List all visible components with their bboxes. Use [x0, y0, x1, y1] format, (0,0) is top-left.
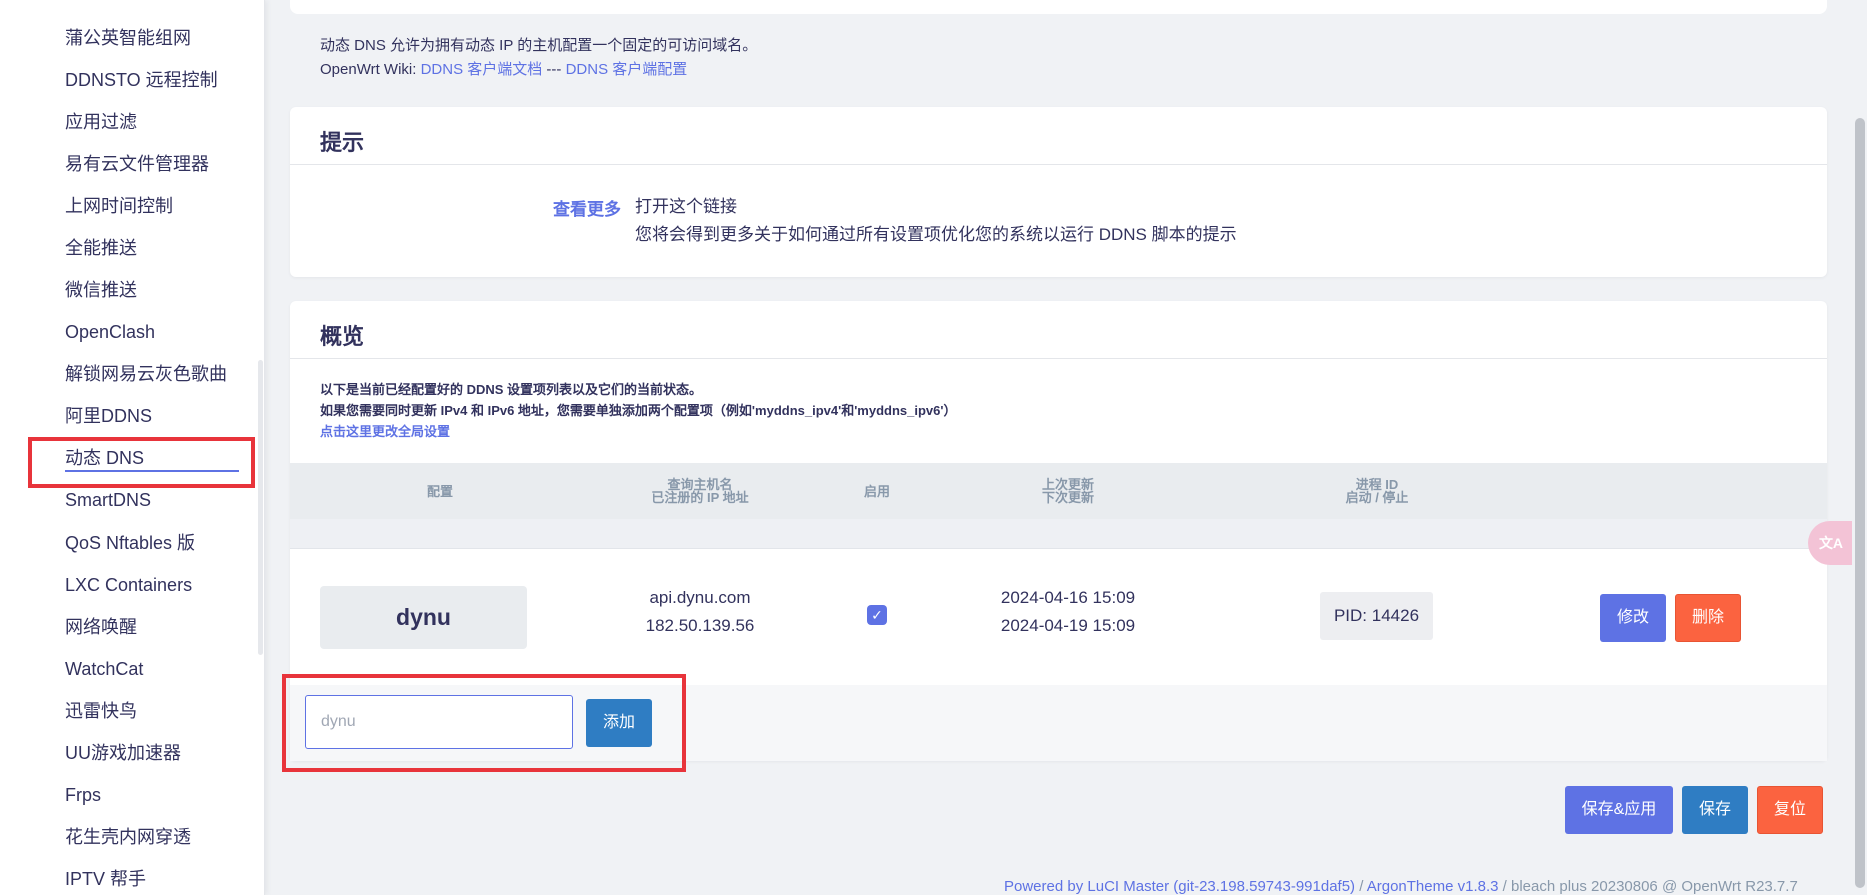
sidebar-item-wol[interactable]: 网络唤醒 [65, 613, 137, 641]
global-settings-link[interactable]: 点击这里更改全局设置 [320, 424, 450, 439]
sidebar-item-pushbot[interactable]: 全能推送 [65, 234, 137, 262]
sidebar: 蒲公英智能组网 DDNSTO 远程控制 应用过滤 易有云文件管理器 上网时间控制… [0, 0, 265, 895]
tips-divider [290, 164, 1827, 165]
delete-button[interactable]: 删除 [1675, 594, 1741, 642]
sidebar-item-unblockmusic[interactable]: 解锁网易云灰色歌曲 [65, 360, 227, 388]
sidebar-item-smartdns[interactable]: SmartDNS [65, 486, 151, 514]
pid-button[interactable]: PID: 14426 [1320, 592, 1433, 640]
footer-text: Powered by LuCI Master (git-23.198.59743… [1004, 878, 1798, 895]
th-update: 上次更新 下次更新 [1008, 478, 1128, 504]
sidebar-item-ddns[interactable]: 动态 DNS [65, 444, 239, 472]
sidebar-item-ddnsto[interactable]: DDNSTO 远程控制 [65, 66, 218, 94]
overview-title: 概览 [320, 324, 365, 349]
new-config-name-input[interactable] [305, 695, 573, 749]
sidebar-scrollbar[interactable] [258, 360, 263, 655]
tips-card: 提示 查看更多 打开这个链接 您将会得到更多关于如何通过所有设置项优化您的系统以… [290, 107, 1827, 277]
sidebar-item-watchcat[interactable]: WatchCat [65, 655, 143, 683]
table-band [290, 519, 1827, 549]
add-button[interactable]: 添加 [586, 699, 652, 747]
th-update-line2: 下次更新 [1041, 490, 1094, 505]
last-update-value: 2024-04-16 15:09 [1000, 588, 1136, 607]
sidebar-item-appfilter[interactable]: 应用过滤 [65, 108, 137, 136]
overview-desc-line-2: 如果您需要同时更新 IPv4 和 IPv6 地址，您需要单独添加两个配置项（例如… [320, 403, 957, 418]
enabled-checkbox[interactable]: ✓ [867, 605, 887, 625]
sidebar-item-qos-nftables[interactable]: QoS Nftables 版 [65, 529, 195, 557]
save-button[interactable]: 保存 [1682, 786, 1748, 834]
sidebar-item-linkease[interactable]: 易有云文件管理器 [65, 150, 209, 178]
footer-luci-link[interactable]: Powered by LuCI Master (git-23.198.59743… [1004, 878, 1355, 895]
sidebar-item-frps[interactable]: Frps [65, 781, 101, 809]
translate-icon[interactable]: 文A [1808, 521, 1854, 565]
overview-desc-line-1: 以下是当前已经配置好的 DDNS 设置项列表以及它们的当前状态。 [320, 382, 703, 397]
sidebar-item-phtunnel[interactable]: 花生壳内网穿透 [65, 823, 191, 851]
ip-value: 182.50.139.56 [645, 616, 755, 635]
footer-sep: / [1355, 878, 1367, 895]
table-header: 配置 查询主机名 已注册的 IP 地址 启用 上次更新 下次更新 进程 ID 启… [290, 463, 1827, 519]
sidebar-item-aliddns[interactable]: 阿里DDNS [65, 402, 152, 430]
tips-title: 提示 [320, 130, 365, 155]
footer-version: / bleach plus 20230806 @ OpenWrt R23.7.7 [1498, 878, 1798, 895]
overview-card: 概览 以下是当前已经配置好的 DDNS 设置项列表以及它们的当前状态。 如果您需… [290, 301, 1827, 761]
wiki-link-docs[interactable]: DDNS 客户端文档 [421, 61, 543, 78]
hostname-value: api.dynu.com [649, 588, 751, 607]
th-pid: 进程 ID 启动 / 停止 [1315, 478, 1439, 504]
tips-line-2: 您将会得到更多关于如何通过所有设置项优化您的系统以运行 DDNS 脚本的提示 [635, 225, 1237, 244]
top-card-edge [290, 0, 1827, 14]
wiki-line: OpenWrt Wiki: DDNS 客户端文档 --- DDNS 客户端配置 [320, 58, 757, 82]
config-name: dynu [320, 586, 527, 649]
footer-theme-link[interactable]: ArgonTheme v1.8.3 [1367, 878, 1499, 895]
intro-description: 动态 DNS 允许为拥有动态 IP 的主机配置一个固定的可访问域名。 OpenW… [320, 34, 757, 82]
sidebar-item-wechatpush[interactable]: 微信推送 [65, 276, 137, 304]
th-config: 配置 [426, 484, 453, 499]
intro-line: 动态 DNS 允许为拥有动态 IP 的主机配置一个固定的可访问域名。 [320, 37, 758, 54]
sidebar-item-timecontrol[interactable]: 上网时间控制 [65, 192, 173, 220]
th-hostname-line2: 已注册的 IP 地址 [651, 490, 749, 505]
tips-text: 打开这个链接 您将会得到更多关于如何通过所有设置项优化您的系统以运行 DDNS … [635, 193, 1237, 249]
tips-more-link[interactable]: 查看更多 [553, 195, 621, 220]
edit-button[interactable]: 修改 [1600, 594, 1666, 642]
main-content: 动态 DNS 允许为拥有动态 IP 的主机配置一个固定的可访问域名。 OpenW… [265, 0, 1867, 895]
tips-line-1: 打开这个链接 [635, 197, 737, 216]
overview-divider [290, 358, 1827, 359]
page-scrollbar-thumb[interactable] [1855, 118, 1865, 888]
reset-button[interactable]: 复位 [1757, 786, 1823, 834]
sidebar-item-iptv-helper[interactable]: IPTV 帮手 [65, 865, 146, 893]
hostname-cell: api.dynu.com 182.50.139.56 [595, 584, 805, 640]
wiki-prefix: OpenWrt Wiki: [320, 61, 421, 78]
wiki-link-config[interactable]: DDNS 客户端配置 [566, 61, 688, 78]
table-row: dynu api.dynu.com 182.50.139.56 ✓ 2024-0… [290, 550, 1827, 685]
sidebar-item-xlnetacc[interactable]: 迅雷快鸟 [65, 697, 137, 725]
sidebar-item-openclash[interactable]: OpenClash [65, 318, 155, 346]
next-update-value: 2024-04-19 15:09 [1000, 616, 1136, 635]
update-cell: 2024-04-16 15:09 2024-04-19 15:09 [978, 584, 1158, 640]
th-enabled: 启用 [863, 484, 890, 499]
sidebar-item-uugamebooster[interactable]: UU游戏加速器 [65, 739, 181, 767]
sidebar-item-pgyvpn[interactable]: 蒲公英智能组网 [65, 24, 191, 52]
overview-description: 以下是当前已经配置好的 DDNS 设置项列表以及它们的当前状态。 如果您需要同时… [320, 379, 956, 442]
sidebar-item-lxc[interactable]: LXC Containers [65, 571, 192, 599]
th-hostname: 查询主机名 已注册的 IP 地址 [610, 478, 790, 504]
save-apply-button[interactable]: 保存&应用 [1565, 786, 1673, 834]
wiki-separator: --- [542, 61, 566, 78]
add-section: 添加 [290, 685, 1827, 761]
th-pid-line2: 启动 / 停止 [1345, 490, 1409, 505]
